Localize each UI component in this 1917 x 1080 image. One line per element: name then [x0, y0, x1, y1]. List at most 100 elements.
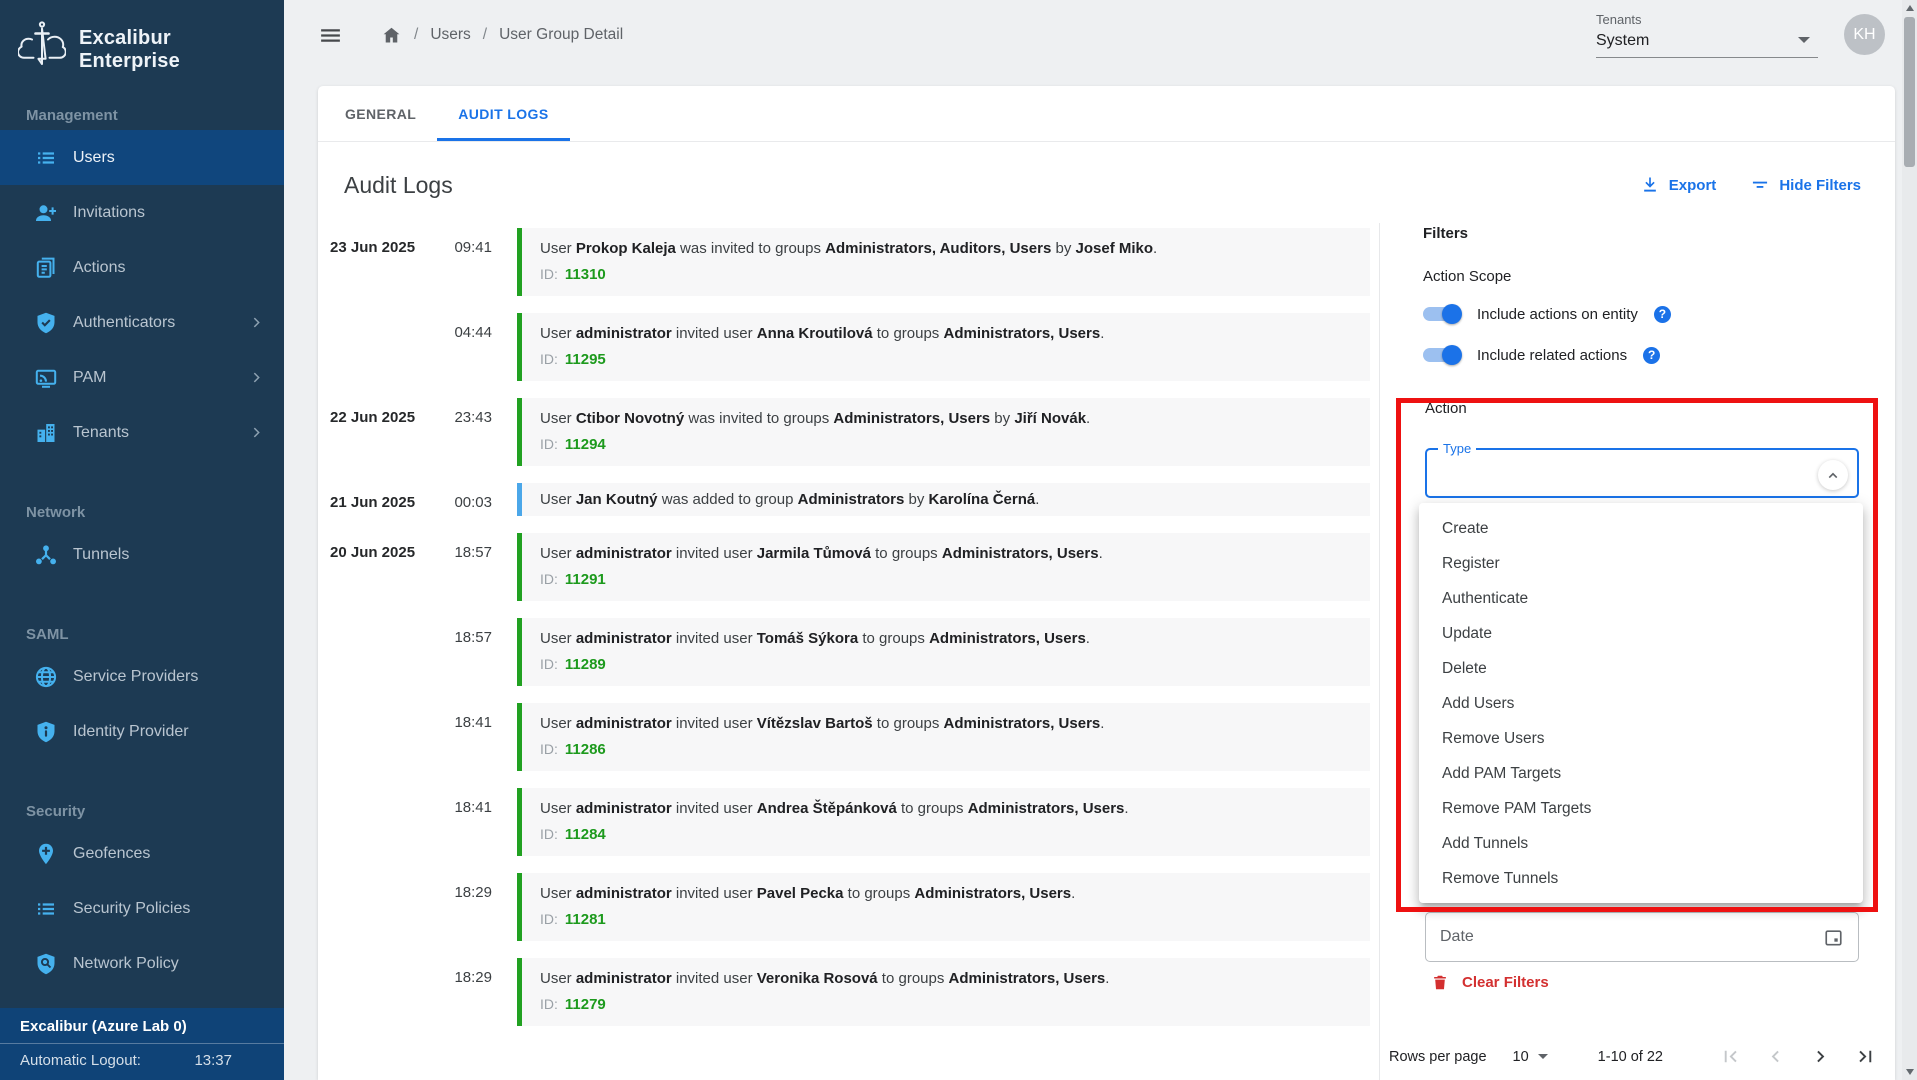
trash-icon: [1431, 973, 1449, 992]
log-message-box: User administrator invited user Tomáš Sý…: [517, 618, 1370, 686]
date-placeholder: Date: [1440, 928, 1474, 946]
dropdown-option-remove-tunnels[interactable]: Remove Tunnels: [1419, 861, 1863, 896]
logo-row: Excalibur Enterprise: [0, 0, 284, 85]
breadcrumb-separator: /: [414, 26, 418, 44]
pagination-range: 1-10 of 22: [1598, 1049, 1663, 1065]
toggle-row-actions-on-entity: Include actions on entity ?: [1423, 302, 1895, 326]
person-add-icon: [34, 201, 58, 225]
rows-per-page-select[interactable]: 10: [1513, 1049, 1548, 1065]
home-icon[interactable]: [381, 25, 402, 46]
sidebar-item-invitations[interactable]: Invitations: [0, 185, 284, 240]
date-filter-field[interactable]: Date: [1425, 912, 1859, 962]
include-related-actions-toggle[interactable]: [1423, 348, 1460, 362]
log-message: User administrator invited user Anna Kro…: [540, 324, 1352, 343]
list-icon: [34, 146, 58, 170]
shield-check-icon: [34, 311, 58, 335]
audit-log-row[interactable]: 18:29User administrator invited user Pav…: [330, 873, 1370, 941]
sidebar-item-actions[interactable]: Actions: [0, 240, 284, 295]
toggle-label: Include related actions: [1477, 347, 1627, 364]
dropdown-option-update[interactable]: Update: [1419, 616, 1863, 651]
sidebar-item-tunnels[interactable]: Tunnels: [0, 527, 284, 582]
header-actions: Export Hide Filters: [1640, 175, 1861, 195]
avatar[interactable]: KH: [1844, 14, 1885, 55]
scroll-up-arrow-icon[interactable]: [1902, 0, 1917, 16]
scroll-down-arrow-icon[interactable]: [1902, 1064, 1917, 1080]
clear-filters-button[interactable]: Clear Filters: [1431, 973, 1549, 992]
audit-log-row[interactable]: 22 Jun 202523:43User Ctibor Novotný was …: [330, 398, 1370, 466]
audit-log-row[interactable]: 23 Jun 202509:41User Prokop Kaleja was i…: [330, 228, 1370, 296]
log-message-box: User Ctibor Novotný was invited to group…: [517, 398, 1370, 466]
window-scrollbar[interactable]: [1902, 0, 1917, 1080]
breadcrumb: / Users / User Group Detail: [381, 25, 623, 46]
audit-log-row[interactable]: 21 Jun 202500:03 User Jan Koutný was adde…: [330, 483, 1370, 516]
hide-filters-button[interactable]: Hide Filters: [1750, 175, 1861, 195]
audit-log-row[interactable]: 18:41User administrator invited user And…: [330, 788, 1370, 856]
include-actions-on-entity-toggle[interactable]: [1423, 307, 1460, 321]
footer-logout-row: Automatic Logout: 13:37: [0, 1044, 284, 1069]
log-time: 00:03: [452, 483, 492, 516]
next-page-button[interactable]: [1809, 1045, 1832, 1068]
caret-down-icon: [1538, 1054, 1548, 1059]
audit-log-row[interactable]: 18:29User administrator invited user Ver…: [330, 958, 1370, 1026]
dropdown-option-remove-pam-targets[interactable]: Remove PAM Targets: [1419, 791, 1863, 826]
audit-header: Audit Logs Export Hide Filters: [344, 168, 1861, 202]
help-icon[interactable]: ?: [1643, 347, 1660, 364]
log-date: 22 Jun 2025: [330, 398, 452, 466]
dropdown-option-create[interactable]: Create: [1419, 511, 1863, 546]
chevron-right-icon: [249, 425, 264, 440]
sidebar-footer: Excalibur (Azure Lab 0) Automatic Logout…: [0, 1008, 284, 1080]
audit-log-row[interactable]: 04:44User administrator invited user Ann…: [330, 313, 1370, 381]
dropdown-option-authenticate[interactable]: Authenticate: [1419, 581, 1863, 616]
sidebar-item-geofences[interactable]: Geofences: [0, 826, 284, 881]
tenant-select-value[interactable]: System: [1596, 27, 1818, 58]
dropdown-option-remove-users[interactable]: Remove Users: [1419, 721, 1863, 756]
section-label-saml: SAML: [0, 626, 284, 643]
log-message-box: User administrator invited user Vítězsla…: [517, 703, 1370, 771]
last-page-button[interactable]: [1854, 1045, 1877, 1068]
previous-page-button[interactable]: [1764, 1045, 1787, 1068]
dropdown-option-delete[interactable]: Delete: [1419, 651, 1863, 686]
sidebar-item-label: Authenticators: [73, 314, 175, 332]
actions-icon: [34, 256, 58, 280]
sidebar-item-security-policies[interactable]: Security Policies: [0, 881, 284, 936]
dropdown-option-add-tunnels[interactable]: Add Tunnels: [1419, 826, 1863, 861]
sidebar-item-authenticators[interactable]: Authenticators: [0, 295, 284, 350]
sidebar-item-identity-provider[interactable]: Identity Provider: [0, 704, 284, 759]
tenant-select[interactable]: Tenants System: [1596, 12, 1818, 58]
topbar-right: Tenants System KH: [1596, 12, 1885, 58]
tab-audit-logs[interactable]: AUDIT LOGS: [437, 86, 569, 141]
first-page-button[interactable]: [1719, 1045, 1742, 1068]
tab-bar: GENERAL AUDIT LOGS: [318, 86, 1895, 142]
sidebar-item-pam[interactable]: PAM: [0, 350, 284, 405]
dropdown-option-register[interactable]: Register: [1419, 546, 1863, 581]
dropdown-option-add-pam-targets[interactable]: Add PAM Targets: [1419, 756, 1863, 791]
chevron-up-icon[interactable]: [1818, 460, 1848, 490]
tab-general[interactable]: GENERAL: [324, 86, 437, 141]
audit-log-row[interactable]: 20 Jun 202518:57User administrator invit…: [330, 533, 1370, 601]
action-section-label: Action: [1425, 400, 1467, 417]
main-area: / Users / User Group Detail Tenants Syst…: [284, 0, 1917, 1080]
footer-tenant-name: Excalibur (Azure Lab 0): [0, 1008, 284, 1043]
calendar-icon[interactable]: [1823, 927, 1844, 948]
export-button[interactable]: Export: [1640, 175, 1717, 195]
log-message-box: User administrator invited user Anna Kro…: [517, 313, 1370, 381]
audit-log-row[interactable]: 18:57User administrator invited user Tom…: [330, 618, 1370, 686]
scrollbar-thumb[interactable]: [1904, 17, 1915, 167]
hub-icon: [34, 543, 58, 567]
breadcrumb-item-users[interactable]: Users: [430, 26, 470, 44]
sidebar-item-service-providers[interactable]: Service Providers: [0, 649, 284, 704]
log-date: 21 Jun 2025: [330, 483, 452, 516]
logout-label: Automatic Logout:: [20, 1052, 141, 1069]
log-id: ID:11310: [540, 265, 1352, 284]
action-type-select[interactable]: Type: [1425, 448, 1859, 498]
sidebar-item-network-policy[interactable]: Network Policy: [0, 936, 284, 991]
sidebar-item-users[interactable]: Users: [0, 130, 284, 185]
audit-log-row[interactable]: 18:41User administrator invited user Vít…: [330, 703, 1370, 771]
log-message: User administrator invited user Andrea Š…: [540, 799, 1352, 818]
log-message-box: User Jan Koutný was added to group Admin…: [517, 483, 1370, 516]
dropdown-option-add-users[interactable]: Add Users: [1419, 686, 1863, 721]
help-icon[interactable]: ?: [1654, 306, 1671, 323]
sidebar-item-tenants[interactable]: Tenants: [0, 405, 284, 460]
menu-icon[interactable]: [318, 23, 343, 48]
chevron-right-icon: [249, 315, 264, 330]
